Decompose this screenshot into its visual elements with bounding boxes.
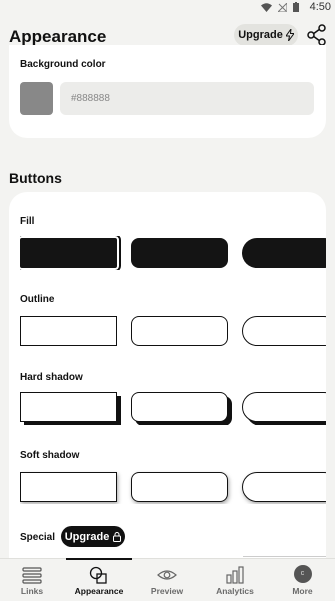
soft-shadow-label: Soft shadow: [20, 450, 80, 461]
fill-label: Fill: [20, 216, 35, 227]
nav-more-label: More: [292, 586, 313, 596]
status-icons: [261, 2, 299, 12]
soft-shadow-row: [20, 470, 326, 504]
status-bar: 4:50: [0, 0, 335, 15]
soft-shadow-pill-option[interactable]: [242, 472, 326, 502]
nav-preview[interactable]: Preview: [134, 559, 200, 601]
fill-rounded-option[interactable]: [131, 238, 228, 268]
eye-icon: [157, 570, 177, 580]
links-icon: [22, 567, 42, 584]
outline-label: Outline: [20, 294, 55, 305]
color-swatch[interactable]: [20, 82, 53, 115]
nav-links[interactable]: Links: [0, 559, 64, 601]
outline-square-option[interactable]: [20, 316, 117, 346]
signal-off-icon: [278, 2, 287, 12]
special-upgrade-button[interactable]: Upgrade: [61, 526, 125, 547]
upgrade-button[interactable]: Upgrade: [234, 24, 298, 46]
buttons-section-title: Buttons: [9, 170, 62, 186]
nav-more[interactable]: c More: [270, 559, 335, 601]
nav-preview-label: Preview: [150, 586, 184, 596]
special-upgrade-label: Upgrade: [64, 530, 110, 543]
nav-analytics[interactable]: Analytics: [202, 559, 268, 601]
hard-shadow-rounded-option[interactable]: [131, 392, 228, 422]
soft-shadow-square-option[interactable]: [20, 472, 117, 502]
bottom-nav: Links Appearance Preview Analytics c Mor…: [0, 558, 335, 601]
nav-appearance-label: Appearance: [74, 586, 124, 596]
hard-shadow-square-option[interactable]: [20, 392, 117, 422]
hard-shadow-label: Hard shadow: [20, 372, 83, 383]
lightning-icon: [285, 29, 294, 41]
page-title: Appearance: [9, 27, 107, 46]
background-color-label: Background color: [20, 59, 106, 70]
fill-square-option[interactable]: [20, 236, 121, 270]
nav-appearance[interactable]: Appearance: [66, 558, 132, 601]
appearance-icon: [89, 566, 107, 584]
lock-icon: [113, 531, 122, 542]
soft-shadow-rounded-option[interactable]: [131, 472, 228, 502]
outline-pill-option[interactable]: [242, 316, 326, 346]
status-time: 4:50: [309, 1, 331, 13]
avatar: c: [293, 565, 312, 583]
special-label: Special: [20, 532, 56, 543]
nav-analytics-label: Analytics: [216, 586, 254, 596]
share-icon[interactable]: [307, 24, 327, 46]
hard-shadow-row: [20, 391, 326, 425]
bar-chart-icon: [226, 566, 244, 584]
buttons-card: Fill Outline Hard shadow Soft shadow Spe…: [9, 192, 326, 558]
hard-shadow-pill-option[interactable]: [242, 392, 326, 422]
background-card: Background color: [9, 45, 326, 138]
wifi-icon: [261, 2, 272, 12]
upgrade-label: Upgrade: [238, 29, 283, 41]
fill-pill-option[interactable]: [242, 238, 326, 268]
outline-row: [20, 314, 326, 348]
active-tab-indicator: [66, 558, 132, 560]
battery-icon: [293, 2, 299, 12]
background-color-input[interactable]: [60, 82, 314, 115]
nav-links-label: Links: [20, 586, 44, 596]
outline-rounded-option[interactable]: [131, 316, 228, 346]
fill-row: [20, 236, 326, 270]
